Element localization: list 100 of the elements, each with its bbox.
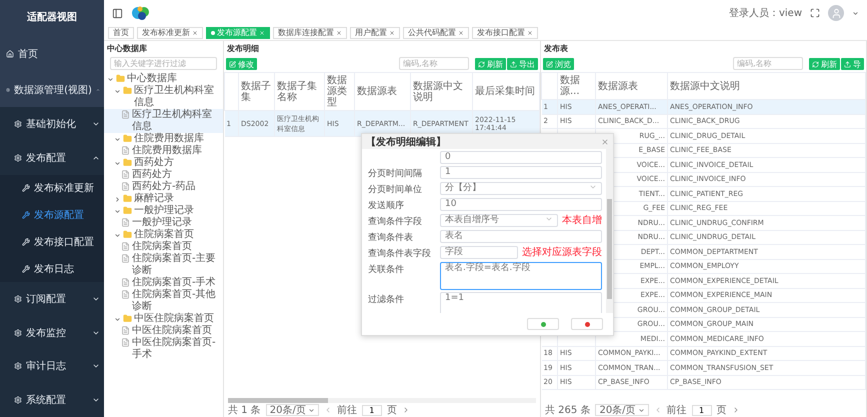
tree-item[interactable]: 麻醉记录 bbox=[104, 193, 223, 205]
field-label: 查询条件字段 bbox=[368, 217, 422, 227]
file-icon bbox=[121, 326, 130, 335]
close-icon[interactable] bbox=[192, 30, 198, 36]
tree-item[interactable]: 住院费用数据库 bbox=[104, 145, 223, 157]
field-label: 查询条件表字段 bbox=[368, 249, 431, 259]
tree-item[interactable]: 医疗卫生机构科室信息 bbox=[104, 85, 223, 109]
close-icon[interactable] bbox=[336, 30, 342, 36]
dot-icon bbox=[211, 30, 215, 34]
search-field[interactable]: 编码,名称 bbox=[733, 56, 803, 70]
caret-right-icon bbox=[114, 196, 121, 203]
tab[interactable]: 数据库连接配置 bbox=[273, 26, 347, 38]
edit-icon bbox=[229, 60, 236, 68]
folder-icon bbox=[116, 74, 125, 83]
tree-item[interactable]: 医疗卫生机构科室信息 bbox=[104, 109, 223, 133]
file-icon bbox=[121, 146, 130, 155]
select-field[interactable]: 分【分】 bbox=[440, 182, 602, 195]
menu-toggle-icon[interactable] bbox=[112, 8, 123, 18]
close-icon[interactable] bbox=[389, 30, 395, 36]
caret-icon[interactable] bbox=[852, 10, 859, 16]
gear-icon bbox=[14, 294, 22, 303]
folder-icon bbox=[123, 314, 132, 323]
tab[interactable]: 发布接口配置 bbox=[472, 26, 538, 38]
user-label: 登录人员：view bbox=[728, 7, 802, 20]
sidebar-item[interactable]: 发布接口配置 bbox=[0, 228, 104, 256]
tab[interactable]: 发布标准更新 bbox=[137, 26, 203, 38]
wrench-icon bbox=[22, 264, 30, 273]
annotation: 选择对应源表字段 bbox=[522, 246, 602, 259]
sidebar-item[interactable]: 订阅配置 bbox=[0, 282, 104, 316]
file-icon bbox=[121, 218, 130, 227]
sidebar-item[interactable]: 发布日志 bbox=[0, 255, 104, 282]
tab[interactable]: 用户配置 bbox=[350, 26, 400, 38]
tab[interactable]: 公共代码配置 bbox=[403, 26, 469, 38]
tree-item[interactable]: 一般护理记录 bbox=[104, 205, 223, 217]
scrollbar-thumb[interactable] bbox=[228, 398, 328, 403]
tree-item[interactable]: 住院费用数据库 bbox=[104, 133, 223, 145]
page-input[interactable]: 1 bbox=[692, 404, 712, 416]
confirm-button[interactable] bbox=[527, 318, 559, 330]
field-label: 发送顺序 bbox=[368, 201, 404, 211]
annotation: 本表自增 bbox=[562, 214, 602, 227]
wrench-icon bbox=[22, 238, 30, 246]
tree-item[interactable]: 住院病案首页-主要诊断 bbox=[104, 253, 223, 277]
sidebar-item[interactable]: 发布标准更新 bbox=[0, 174, 104, 202]
tree-item[interactable]: 中心数据库 bbox=[104, 73, 223, 85]
scrollbar-thumb[interactable] bbox=[607, 199, 612, 299]
tree-item[interactable]: 住院病案首页 bbox=[104, 229, 223, 241]
logo bbox=[131, 4, 151, 22]
tree-item[interactable]: 住院病案首页-手术 bbox=[104, 277, 223, 289]
sidebar-item[interactable]: 发布监控 bbox=[0, 316, 104, 350]
caret-down-icon bbox=[114, 316, 121, 323]
search-field[interactable]: 编码,名称 bbox=[399, 56, 469, 70]
home-icon bbox=[6, 50, 14, 58]
tree-item[interactable]: 一般护理记录 bbox=[104, 217, 223, 229]
app-title: 适配器视图 bbox=[26, 10, 78, 25]
tree-item[interactable]: 西药处方-药品 bbox=[104, 181, 223, 193]
folder-icon bbox=[123, 134, 132, 143]
input-field[interactable]: 1 bbox=[440, 166, 602, 179]
page-size-select[interactable]: 20条/页 bbox=[595, 404, 649, 416]
total-count: 共 265 条 bbox=[545, 404, 590, 417]
gear-icon bbox=[14, 154, 22, 162]
tree-item[interactable]: 西药处方 bbox=[104, 157, 223, 169]
search-field[interactable]: 输入关键字进行过滤 bbox=[110, 57, 217, 70]
page-label: 页 bbox=[716, 404, 727, 417]
field-label: 过滤条件 bbox=[368, 295, 404, 305]
tree-item[interactable]: 住院病案首页 bbox=[104, 241, 223, 253]
chevron-down-icon bbox=[545, 215, 553, 223]
caret-down-icon bbox=[114, 232, 121, 239]
sidebar-item[interactable]: 发布源配置 bbox=[0, 202, 104, 228]
field-label: 查询条件表 bbox=[368, 233, 413, 243]
tree-item[interactable]: 中医住院病案首页 bbox=[104, 325, 223, 337]
refresh-icon bbox=[478, 60, 485, 68]
folder-icon bbox=[123, 230, 132, 239]
tree-item[interactable]: 住院病案首页-其他诊断 bbox=[104, 289, 223, 313]
tree-item[interactable]: 中医住院病案首页-手术 bbox=[104, 337, 223, 361]
sidebar-item[interactable]: 系统配置 bbox=[0, 383, 104, 417]
input-field[interactable]: 10 bbox=[440, 198, 602, 211]
sidebar-item[interactable]: 基础初始化 bbox=[0, 107, 104, 142]
close-icon[interactable] bbox=[527, 30, 533, 36]
tree-item[interactable]: 中医住院病案首页 bbox=[104, 313, 223, 325]
text-area[interactable]: 表名.字段=表名.字段 bbox=[440, 262, 602, 290]
input-field[interactable]: 字段 bbox=[440, 246, 518, 259]
sidebar-item[interactable]: 发布配置 bbox=[0, 141, 104, 175]
select-field[interactable]: 本表自增序号 bbox=[440, 214, 558, 227]
total-count: 共 1 条 bbox=[228, 404, 261, 417]
input-field[interactable]: 0 bbox=[440, 151, 602, 164]
input-field[interactable]: 表名 bbox=[440, 230, 602, 243]
gear-icon bbox=[14, 362, 22, 370]
page-input[interactable]: 1 bbox=[362, 404, 382, 416]
folder-icon bbox=[123, 206, 132, 215]
page-size-select[interactable]: 20条/页 bbox=[266, 404, 319, 416]
tree-item[interactable]: 西药处方 bbox=[104, 169, 223, 181]
column-header: 数据源中文说明 bbox=[668, 72, 866, 100]
close-icon[interactable] bbox=[458, 30, 464, 36]
page-label: 页 bbox=[386, 404, 397, 417]
cancel-button[interactable] bbox=[571, 318, 603, 330]
file-icon bbox=[121, 170, 130, 179]
sidebar-item[interactable]: 审计日志 bbox=[0, 350, 104, 384]
tab[interactable]: 首页 bbox=[108, 26, 134, 38]
fullscreen-icon[interactable] bbox=[810, 8, 820, 18]
panel-title: 中心数据库 bbox=[106, 43, 148, 55]
